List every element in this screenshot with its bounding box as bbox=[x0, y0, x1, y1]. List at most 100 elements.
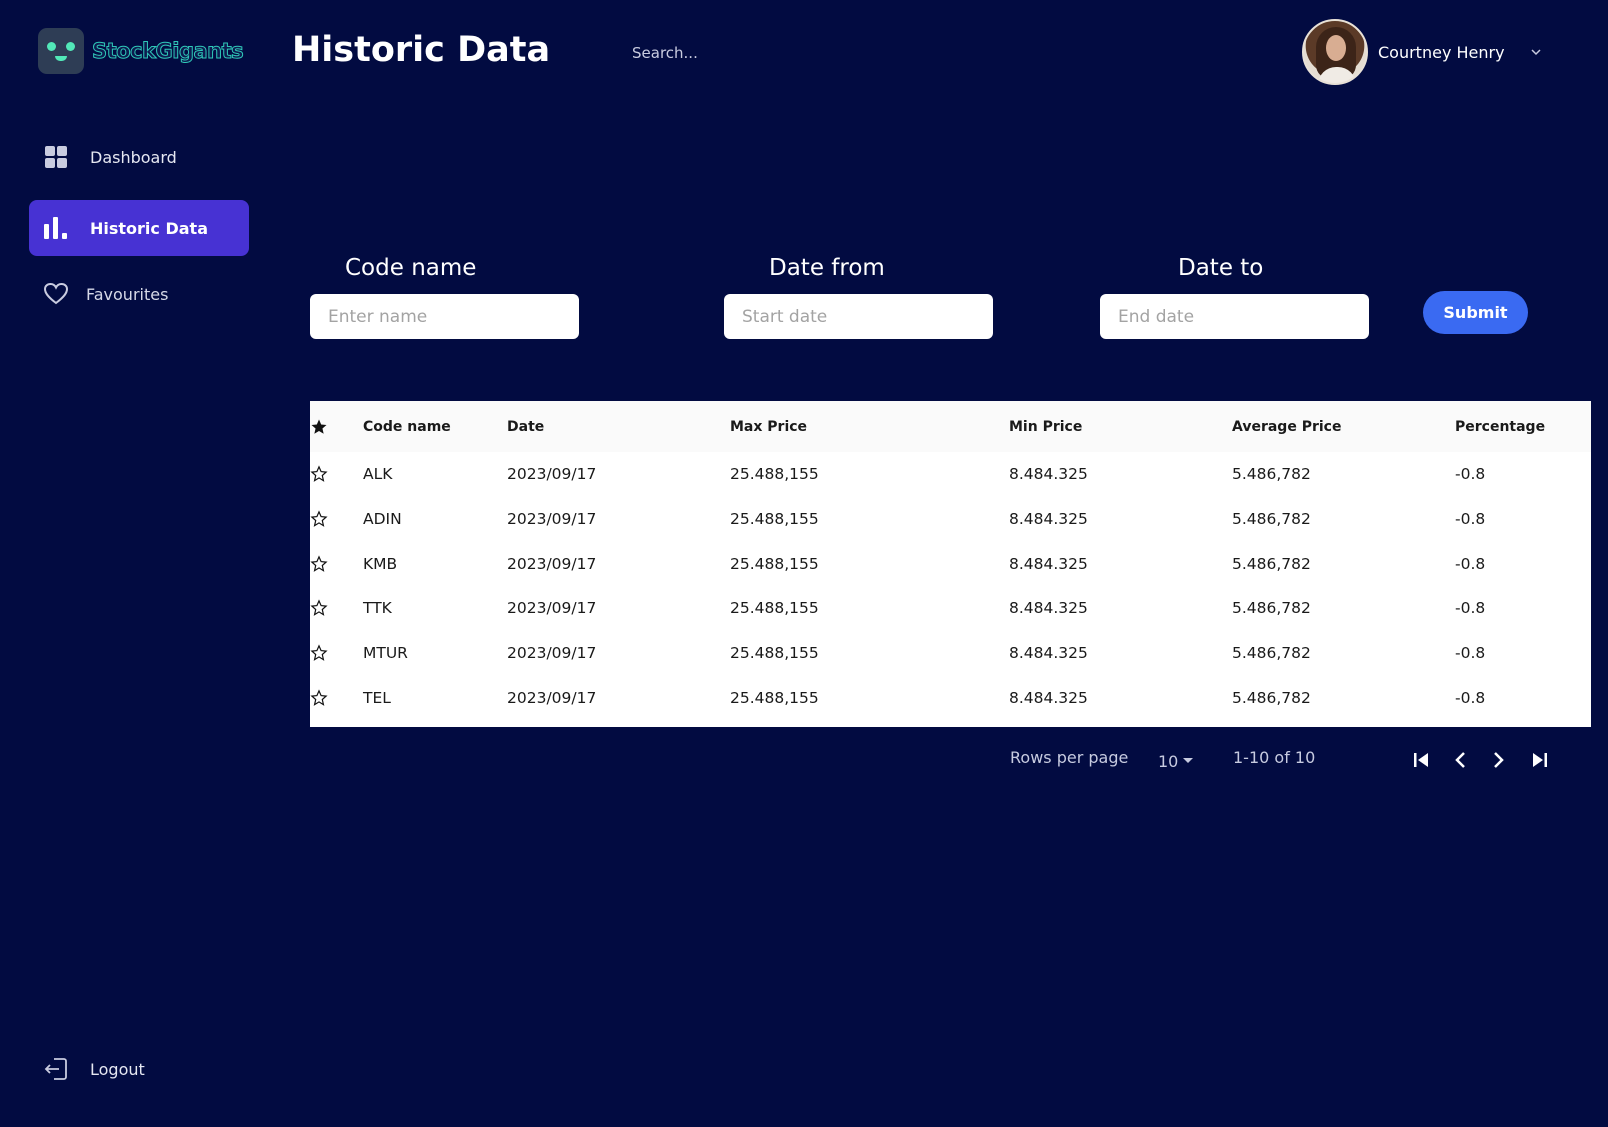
cell-code-name: TEL bbox=[363, 688, 391, 707]
pagination-range: 1-10 of 10 bbox=[1233, 748, 1316, 767]
cell-max-price: 25.488,155 bbox=[730, 688, 819, 707]
submit-button[interactable]: Submit bbox=[1423, 291, 1528, 334]
cell-average-price: 5.486,782 bbox=[1232, 510, 1311, 529]
star-filled-icon[interactable] bbox=[310, 418, 328, 436]
sidebar-item-favourites[interactable]: Favourites bbox=[29, 266, 249, 322]
cell-min-price: 8.484.325 bbox=[1009, 554, 1088, 573]
table-row[interactable]: ADIN 2023/09/17 25.488,155 8.484.325 5.486,7… bbox=[310, 497, 1591, 542]
favourite-cell[interactable] bbox=[310, 541, 363, 586]
favourite-cell[interactable] bbox=[310, 452, 363, 497]
sidebar-item-label: Dashboard bbox=[90, 147, 177, 167]
cell-date: 2023/09/17 bbox=[507, 510, 597, 529]
cell-average-price: 5.486,782 bbox=[1232, 554, 1311, 573]
app-root: StockGigants Historic Data Courtney Henr… bbox=[0, 0, 1608, 1127]
star-outline-icon[interactable] bbox=[310, 555, 328, 573]
code-name-input[interactable] bbox=[310, 294, 579, 339]
star-outline-icon[interactable] bbox=[310, 465, 328, 483]
cell-date: 2023/09/17 bbox=[507, 465, 597, 484]
logout-icon bbox=[44, 1058, 67, 1080]
table-row[interactable]: ALK 2023/09/17 25.488,155 8.484.325 5.486,78… bbox=[310, 452, 1591, 497]
caret-down-icon bbox=[1183, 758, 1194, 763]
cell-percentage: -0.8 bbox=[1455, 688, 1486, 707]
column-header-min-price[interactable]: Min Price bbox=[1009, 401, 1232, 452]
cell-average-price: 5.486,782 bbox=[1232, 465, 1311, 484]
logout-button[interactable]: Logout bbox=[29, 1041, 249, 1097]
user-menu[interactable]: Courtney Henry bbox=[1302, 19, 1541, 85]
logo-text: StockGigants bbox=[91, 39, 244, 64]
cell-code-name: TTK bbox=[363, 599, 392, 618]
favourite-cell[interactable] bbox=[310, 586, 363, 631]
cell-average-price: 5.486,782 bbox=[1232, 688, 1311, 707]
cell-percentage: -0.8 bbox=[1455, 510, 1486, 529]
cell-max-price: 25.488,155 bbox=[730, 465, 819, 484]
cell-date: 2023/09/17 bbox=[507, 644, 597, 663]
table-row[interactable]: TEL 2023/09/17 25.488,155 8.484.325 5.486,78… bbox=[310, 675, 1591, 720]
next-page-icon[interactable] bbox=[1486, 748, 1510, 772]
cell-code-name: MTUR bbox=[363, 644, 408, 663]
cell-percentage: -0.8 bbox=[1455, 644, 1486, 663]
last-page-icon[interactable] bbox=[1528, 748, 1552, 772]
star-outline-icon[interactable] bbox=[310, 599, 328, 617]
column-header-max-price[interactable]: Max Price bbox=[730, 401, 1009, 452]
sidebar-item-historic-data[interactable]: Historic Data bbox=[29, 200, 249, 256]
cell-code-name: KMB bbox=[363, 554, 398, 573]
star-outline-icon[interactable] bbox=[310, 644, 328, 662]
star-outline-icon[interactable] bbox=[310, 510, 328, 528]
column-header-code-name[interactable]: Code name bbox=[363, 401, 507, 452]
cell-percentage: -0.8 bbox=[1455, 554, 1486, 573]
favourite-cell[interactable] bbox=[310, 631, 363, 676]
column-header-date[interactable]: Date bbox=[507, 401, 730, 452]
cell-min-price: 8.484.325 bbox=[1009, 599, 1088, 618]
table-header-row: Code name Date Max Price Min Price Avera… bbox=[310, 401, 1591, 452]
page-title: Historic Data bbox=[292, 30, 551, 70]
sidebar-item-label: Historic Data bbox=[90, 218, 208, 238]
favourite-cell[interactable] bbox=[310, 497, 363, 542]
first-page-icon[interactable] bbox=[1409, 748, 1433, 772]
logout-label: Logout bbox=[90, 1059, 145, 1079]
cell-max-price: 25.488,155 bbox=[730, 554, 819, 573]
table-row[interactable]: TTK 2023/09/17 25.488,155 8.484.325 5.486,78… bbox=[310, 586, 1591, 631]
table-body: ALK 2023/09/17 25.488,155 8.484.325 5.486,78… bbox=[310, 452, 1591, 720]
search-input[interactable] bbox=[632, 40, 892, 66]
chevron-down-icon[interactable] bbox=[1531, 47, 1541, 57]
cell-average-price: 5.486,782 bbox=[1232, 644, 1311, 663]
cell-code-name: ADIN bbox=[363, 510, 402, 529]
column-header-percentage[interactable]: Percentage bbox=[1455, 401, 1591, 452]
favourite-column-header[interactable] bbox=[310, 401, 363, 452]
cell-average-price: 5.486,782 bbox=[1232, 599, 1311, 618]
date-to-label: Date to bbox=[1178, 255, 1264, 281]
cell-max-price: 25.488,155 bbox=[730, 510, 819, 529]
cell-min-price: 8.484.325 bbox=[1009, 644, 1088, 663]
code-name-label: Code name bbox=[345, 255, 477, 281]
rows-per-page-select[interactable]: 10 bbox=[1158, 748, 1194, 774]
date-from-input[interactable] bbox=[724, 294, 993, 339]
logo-mark-icon bbox=[38, 28, 84, 74]
previous-page-icon[interactable] bbox=[1449, 748, 1473, 772]
user-name: Courtney Henry bbox=[1378, 42, 1505, 62]
star-outline-icon[interactable] bbox=[310, 689, 328, 707]
column-header-average-price[interactable]: Average Price bbox=[1232, 401, 1455, 452]
cell-code-name: ALK bbox=[363, 465, 393, 484]
date-from-label: Date from bbox=[769, 255, 885, 281]
table-row[interactable]: KMB 2023/09/17 25.488,155 8.484.325 5.486,78… bbox=[310, 541, 1591, 586]
date-to-input[interactable] bbox=[1100, 294, 1369, 339]
sidebar-item-label: Favourites bbox=[86, 284, 169, 304]
cell-min-price: 8.484.325 bbox=[1009, 510, 1088, 529]
cell-date: 2023/09/17 bbox=[507, 599, 597, 618]
cell-max-price: 25.488,155 bbox=[730, 644, 819, 663]
cell-min-price: 8.484.325 bbox=[1009, 688, 1088, 707]
avatar bbox=[1302, 19, 1368, 85]
table-row[interactable]: MTUR 2023/09/17 25.488,155 8.484.325 5.486,7… bbox=[310, 631, 1591, 676]
rows-per-page-value: 10 bbox=[1158, 751, 1179, 771]
cell-date: 2023/09/17 bbox=[507, 688, 597, 707]
cell-percentage: -0.8 bbox=[1455, 599, 1486, 618]
heart-icon bbox=[43, 282, 69, 305]
grid-icon bbox=[45, 146, 67, 168]
favourite-cell[interactable] bbox=[310, 675, 363, 720]
historic-data-table: Code name Date Max Price Min Price Avera… bbox=[310, 401, 1591, 727]
sidebar-item-dashboard[interactable]: Dashboard bbox=[29, 129, 249, 185]
logo[interactable]: StockGigants bbox=[38, 28, 244, 74]
cell-min-price: 8.484.325 bbox=[1009, 465, 1088, 484]
cell-max-price: 25.488,155 bbox=[730, 599, 819, 618]
bar-chart-icon bbox=[44, 217, 67, 239]
